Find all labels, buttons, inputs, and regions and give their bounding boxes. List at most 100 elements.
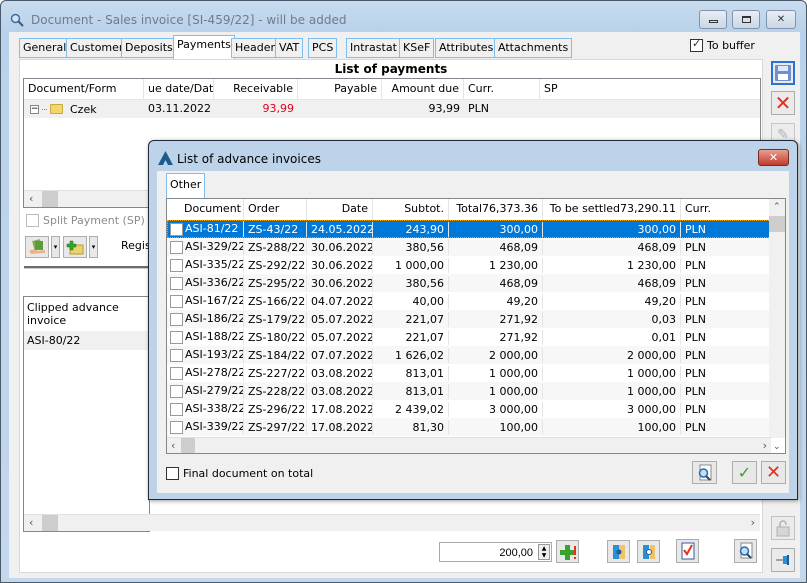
checkbox-unchecked-icon[interactable]: [166, 467, 179, 480]
scroll-left-icon[interactable]: ‹: [29, 516, 33, 529]
collapse-icon[interactable]: −: [30, 104, 39, 114]
split-payment-checkbox[interactable]: Split Payment (SP): [26, 214, 145, 227]
spin-down-icon[interactable]: ▼: [542, 552, 547, 559]
payment-dropdown[interactable]: ▾: [51, 236, 60, 258]
row-checkbox[interactable]: [170, 240, 183, 254]
advance-invoice-row[interactable]: ASI-278/22 ZS-227/22 03.08.2022 813,01 1 000…: [167, 364, 771, 382]
advance-invoice-row[interactable]: ASI-329/22 ZS-288/22 30.06.2022 380,56 468,0…: [167, 238, 771, 256]
advance-invoice-row[interactable]: ASI-193/22 ZS-184/22 07.07.2022 1 626,02 2 0…: [167, 346, 771, 364]
lock-button[interactable]: [771, 516, 795, 540]
payment-button[interactable]: [25, 236, 49, 258]
to-buffer-checkbox[interactable]: To buffer: [690, 37, 755, 52]
advance-invoice-row[interactable]: ASI-188/22 ZS-180/22 05.07.2022 221,07 271,9…: [167, 328, 771, 346]
row-checkbox[interactable]: [170, 420, 183, 434]
tab-vat[interactable]: VAT: [275, 38, 304, 58]
col-document-form[interactable]: Document/Form: [24, 79, 144, 99]
scroll-right-icon[interactable]: ›: [751, 516, 755, 529]
cancel-button[interactable]: ✕: [771, 91, 795, 115]
scroll-up-icon[interactable]: ⌃: [773, 202, 781, 212]
tab-intrastat[interactable]: Intrastat: [346, 38, 401, 58]
amount-input[interactable]: [439, 542, 552, 562]
col-due-date[interactable]: ue date/Date: [144, 79, 214, 99]
row-checkbox[interactable]: [170, 312, 183, 326]
col-date[interactable]: Date: [307, 199, 373, 220]
advance-invoice-row[interactable]: ASI-167/22 ZS-166/22 04.07.2022 40,00 49,20 4…: [167, 292, 771, 310]
scroll-left-icon[interactable]: ‹: [171, 439, 175, 452]
col-sp[interactable]: SP: [540, 79, 760, 99]
dialog-cancel-button[interactable]: ✕: [761, 461, 786, 484]
dialog-close-button[interactable]: ✕: [758, 149, 789, 166]
dialog-preview-button[interactable]: [692, 461, 717, 484]
advance-vscrollbar[interactable]: ⌃ ⌄: [769, 199, 785, 452]
tab-pcs[interactable]: PCS: [308, 38, 338, 58]
preview-button[interactable]: [734, 539, 757, 563]
col-currency[interactable]: Curr.: [464, 79, 540, 99]
clipped-row[interactable]: ASI-80/22: [24, 331, 149, 350]
row-checkbox[interactable]: [170, 258, 183, 272]
advance-invoices-grid[interactable]: Document Order Date Subtot. Total76,373.…: [166, 198, 786, 454]
close-button[interactable]: ✕: [766, 10, 796, 29]
col-subtotal[interactable]: Subtot.: [373, 199, 449, 220]
row-checkbox[interactable]: [170, 276, 183, 290]
scroll-thumb[interactable]: [42, 191, 58, 207]
row-checkbox[interactable]: [170, 384, 183, 398]
scroll-down-icon[interactable]: ⌄: [773, 442, 781, 452]
row-checkbox[interactable]: [170, 222, 183, 236]
row-checkbox[interactable]: [170, 402, 183, 416]
advance-invoice-row[interactable]: ASI-335/22 ZS-292/22 30.06.2022 1 000,00 1 2…: [167, 256, 771, 274]
tab-ksef[interactable]: KSeF: [399, 38, 435, 58]
advance-invoice-row[interactable]: ASI-338/22 ZS-296/22 17.08.2022 2 439,02 3 0…: [167, 400, 771, 418]
final-document-checkbox[interactable]: Final document on total: [166, 467, 313, 480]
tab-attachments[interactable]: Attachments: [494, 38, 573, 58]
scroll-right-icon[interactable]: ›: [763, 439, 767, 452]
col-payable[interactable]: Payable: [298, 79, 382, 99]
payment-row[interactable]: − Czek 03.11.2022 93,99 93,99 PLN: [24, 100, 760, 118]
tab-attributes[interactable]: Attributes: [435, 38, 498, 58]
col-document[interactable]: Document: [167, 199, 244, 220]
col-receivable[interactable]: Receivable: [214, 79, 298, 99]
spin-up-icon[interactable]: ▲: [542, 545, 547, 552]
unlink-button[interactable]: [637, 540, 660, 563]
tab-general[interactable]: General: [19, 38, 71, 58]
scroll-left-icon[interactable]: ‹: [29, 192, 33, 205]
scroll-thumb[interactable]: [181, 438, 195, 453]
tab-header[interactable]: Header: [231, 38, 280, 58]
add-payment-button[interactable]: [556, 540, 579, 563]
bottom-hscrollbar[interactable]: ‹ ›: [24, 514, 760, 531]
row-checkbox[interactable]: [170, 294, 183, 308]
clipped-advance-grid[interactable]: Clipped advance invoice ASI-80/22: [23, 296, 150, 532]
minimize-button[interactable]: [699, 10, 727, 29]
col-amount-due[interactable]: Amount due: [382, 79, 464, 99]
pin-button[interactable]: [771, 548, 795, 572]
add-folder-dropdown[interactable]: ▾: [89, 236, 98, 258]
col-total[interactable]: Total76,373.36: [449, 199, 543, 220]
clipped-header[interactable]: Clipped advance invoice: [24, 297, 149, 331]
advance-invoice-row[interactable]: ASI-339/22 ZS-297/22 17.08.2022 81,30 100,00…: [167, 418, 771, 436]
row-checkbox[interactable]: [170, 330, 183, 344]
advance-hscrollbar[interactable]: ‹ ›: [167, 437, 771, 453]
tab-other[interactable]: Other: [166, 173, 206, 198]
col-order[interactable]: Order: [244, 199, 307, 220]
tab-customer[interactable]: Customer: [66, 38, 128, 58]
advance-invoice-row[interactable]: ASI-81/22 ZS-43/22 24.05.2022 243,90 300,00 3…: [167, 220, 771, 238]
scroll-thumb[interactable]: [42, 515, 58, 531]
checkbox-unchecked-icon[interactable]: [26, 214, 39, 227]
maximize-button[interactable]: [732, 10, 760, 29]
add-folder-button[interactable]: [63, 236, 87, 258]
payments-hscrollbar[interactable]: ‹: [24, 190, 150, 207]
amount-spinner[interactable]: ▲ ▼: [538, 544, 550, 560]
row-checkbox[interactable]: [170, 348, 183, 362]
tab-deposits[interactable]: Deposits: [121, 38, 177, 58]
advance-invoice-row[interactable]: ASI-336/22 ZS-295/22 30.06.2022 380,56 468,0…: [167, 274, 771, 292]
col-to-be-settled[interactable]: To be settled73,290.11: [543, 199, 681, 220]
advance-invoice-row[interactable]: ASI-279/22 ZS-228/22 03.08.2022 813,01 1 000…: [167, 382, 771, 400]
row-checkbox[interactable]: [170, 366, 183, 380]
link-button[interactable]: [607, 540, 630, 563]
advance-invoice-row[interactable]: ASI-186/22 ZS-179/22 05.07.2022 221,07 271,9…: [167, 310, 771, 328]
approve-document-button[interactable]: [676, 539, 699, 563]
checkbox-checked-icon[interactable]: [690, 37, 703, 52]
scroll-thumb[interactable]: [769, 216, 785, 232]
save-button[interactable]: [771, 61, 795, 85]
dialog-confirm-button[interactable]: ✓: [732, 461, 757, 484]
tab-payments[interactable]: Payments: [173, 35, 235, 59]
